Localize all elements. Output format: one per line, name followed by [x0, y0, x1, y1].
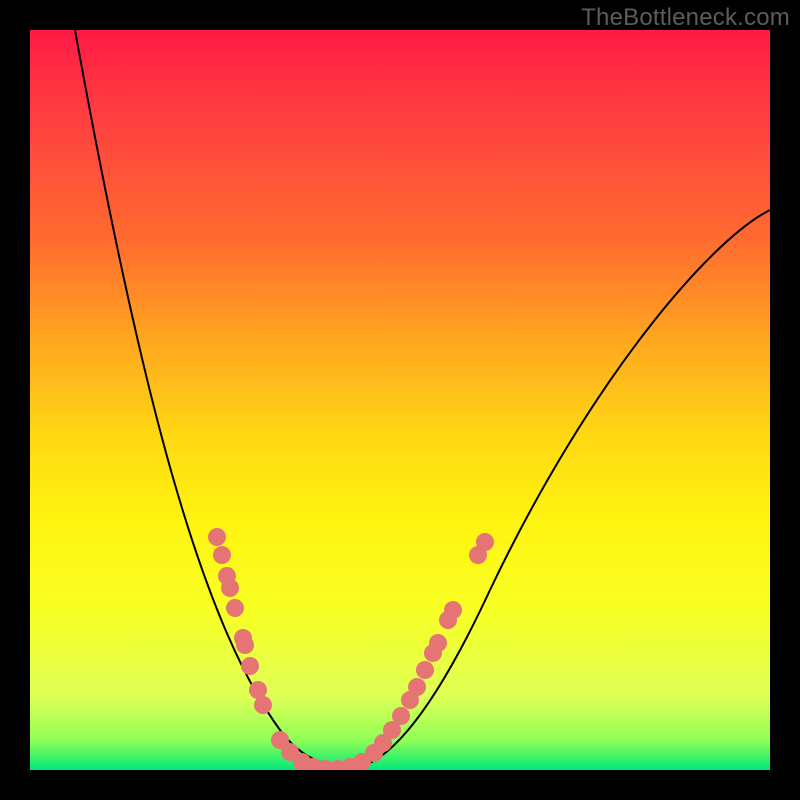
data-point — [236, 636, 254, 654]
data-point — [444, 601, 462, 619]
data-point — [476, 533, 494, 551]
plot-area — [30, 30, 770, 770]
data-point — [408, 678, 426, 696]
data-point — [416, 661, 434, 679]
data-point — [254, 696, 272, 714]
data-point — [208, 528, 226, 546]
data-point — [226, 599, 244, 617]
curve-path — [75, 30, 770, 768]
data-point — [213, 546, 231, 564]
data-point — [429, 634, 447, 652]
outer-frame: TheBottleneck.com — [0, 0, 800, 800]
watermark-text: TheBottleneck.com — [581, 4, 790, 32]
data-point — [392, 707, 410, 725]
data-points — [208, 528, 494, 770]
data-point — [241, 657, 259, 675]
data-point — [221, 579, 239, 597]
chart-svg — [30, 30, 770, 770]
